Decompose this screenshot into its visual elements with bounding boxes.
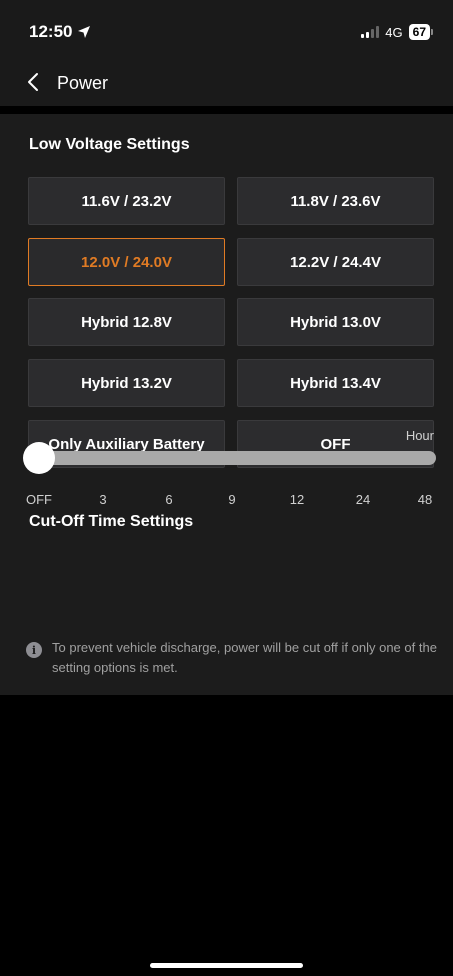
voltage-option-12-0[interactable]: 12.0V / 24.0V [28,238,225,286]
voltage-option-12-2[interactable]: 12.2V / 24.4V [237,238,434,286]
voltage-option-hybrid-13-4[interactable]: Hybrid 13.4V [237,359,434,407]
cutoff-slider-track[interactable] [29,451,436,465]
status-time: 12:50 [29,22,91,42]
status-time-text: 12:50 [29,22,73,41]
cutoff-slider-thumb[interactable] [23,442,55,474]
chevron-left-icon[interactable] [22,70,46,94]
nav-bar: Power [0,60,453,106]
status-indicators: 4G 67 [361,24,433,40]
tick-label: 6 [165,492,173,507]
tick-label: OFF [26,492,52,507]
tick-label: 24 [355,492,371,507]
location-arrow-icon [78,26,91,38]
battery-level: 67 [408,24,430,40]
tick-label: 3 [99,492,107,507]
info-text: To prevent vehicle discharge, power will… [52,640,437,675]
signal-icon [361,26,380,38]
info-icon: i [26,642,42,658]
tick-label: 9 [228,492,236,507]
unit-label: Hour [405,428,434,443]
voltage-option-11-6[interactable]: 11.6V / 23.2V [28,177,225,225]
voltage-option-11-8[interactable]: 11.8V / 23.6V [237,177,434,225]
cutoff-title: Cut-Off Time Settings [29,513,194,530]
settings-panel: Low Voltage Settings 11.6V / 23.2V 11.8V… [0,114,453,695]
low-voltage-title: Low Voltage Settings [29,136,190,153]
battery-icon: 67 [408,24,433,40]
status-bar: 12:50 4G 67 [0,0,453,60]
voltage-option-hybrid-12-8[interactable]: Hybrid 12.8V [28,298,225,346]
voltage-option-hybrid-13-2[interactable]: Hybrid 13.2V [28,359,225,407]
voltage-option-hybrid-13-0[interactable]: Hybrid 13.0V [237,298,434,346]
tick-label: 12 [289,492,305,507]
page-title: Power [57,73,109,93]
home-indicator [150,963,303,968]
network-type: 4G [385,24,403,40]
tick-label: 48 [417,492,433,507]
